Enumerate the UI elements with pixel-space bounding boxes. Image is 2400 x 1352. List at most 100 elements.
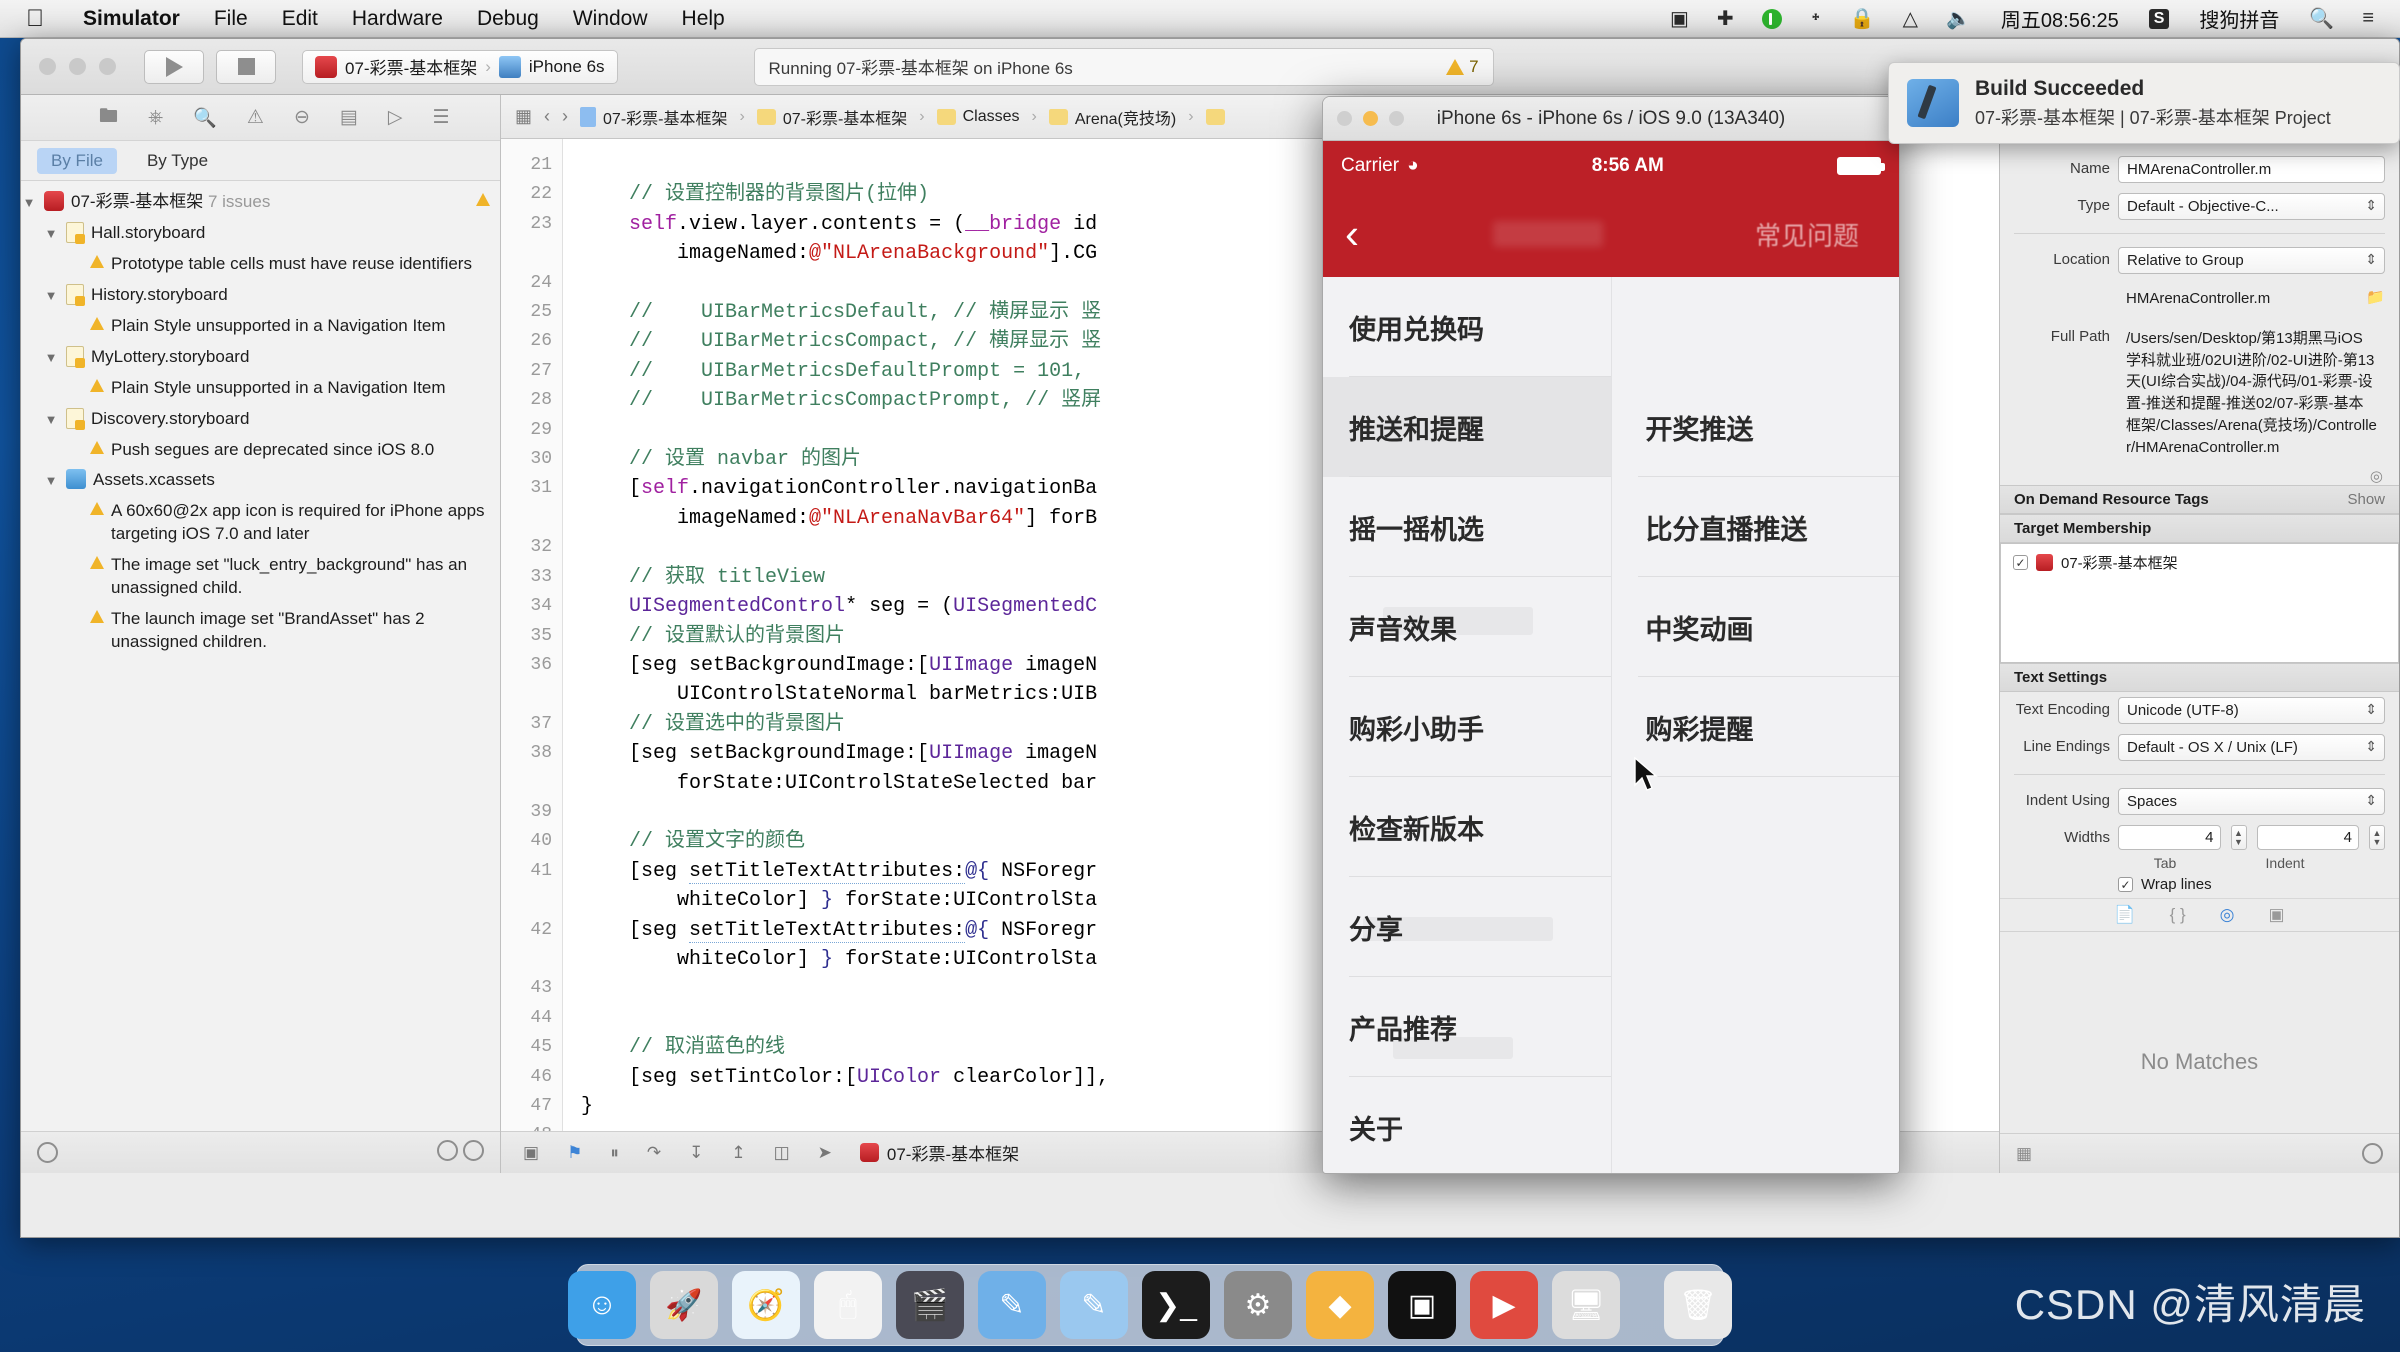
folder-icon[interactable]: 🖿 <box>99 102 118 134</box>
disclosure-triangle[interactable] <box>67 608 83 611</box>
split-icon[interactable]: ◫ <box>774 1143 790 1163</box>
menu-hardware[interactable]: Hardware <box>335 7 460 31</box>
reveal-icon[interactable]: ◎ <box>2000 467 2399 485</box>
step-out-icon[interactable]: ↥ <box>731 1143 745 1163</box>
ios-table-cell[interactable]: 开奖推送 <box>1612 377 1899 477</box>
warning-indicator[interactable]: 7 <box>1446 57 1479 77</box>
ios-table-cell[interactable]: 中奖动画 <box>1612 577 1899 677</box>
editor-icon[interactable]: ▣ <box>1388 1271 1456 1339</box>
disclosure-triangle[interactable] <box>67 439 83 442</box>
navigator-row[interactable]: ▼ MyLottery.storyboard <box>21 342 500 373</box>
apple-icon[interactable]:  <box>26 6 44 31</box>
ios-table-cell[interactable]: 使用兑换码 <box>1323 277 1611 377</box>
search-icon[interactable]: 🔍 <box>2297 6 2346 31</box>
issue-navigator-tree[interactable]: ▼ 07-彩票-基本框架 7 issues ▼ Hall.storyboard Prot… <box>21 181 500 1131</box>
ios-table-cell[interactable]: 购彩小助手 <box>1323 677 1611 777</box>
navigator-row[interactable]: Prototype table cells must have reuse id… <box>21 249 500 280</box>
warning-icon[interactable]: ⚠ <box>247 106 264 129</box>
ios-table-right-column[interactable]: 开奖推送 比分直播推送 中奖动画 购彩提醒 <box>1612 277 1899 1173</box>
line-endings-select[interactable]: Default - OS X / Unix (LF) <box>2118 734 2385 762</box>
imovie-icon[interactable]: 🎬 <box>896 1271 964 1339</box>
breadcrumb-project[interactable]: 07-彩票-基本框架 <box>756 105 907 129</box>
chevron-left-icon[interactable]: ‹ <box>544 106 550 127</box>
breakpoint-icon[interactable]: ▷ <box>388 106 403 129</box>
ios-table-cell[interactable]: 比分直播推送 <box>1612 477 1899 577</box>
menubar-clock[interactable]: 周五08:56:25 <box>1987 4 2133 33</box>
ios-table-cell[interactable]: 检查新版本 <box>1323 777 1611 877</box>
navigator-row[interactable]: ▼ Discovery.storyboard <box>21 404 500 435</box>
disclosure-triangle[interactable] <box>67 253 83 256</box>
navigator-row[interactable]: Plain Style unsupported in a Navigation … <box>21 373 500 404</box>
indent-width-stepper[interactable]: ▲ ▼ <box>2369 825 2385 851</box>
on-demand-resource-tags-header[interactable]: On Demand Resource Tags Show <box>2000 485 2399 515</box>
disclosure-triangle[interactable]: ▼ <box>43 408 59 429</box>
stack-icon[interactable]: ▣ <box>523 1143 539 1163</box>
scheme-selector[interactable]: 07-彩票-基本框架 › iPhone 6s <box>302 49 618 84</box>
indent-using-select[interactable]: Spaces <box>2118 788 2385 816</box>
filter-icon[interactable] <box>437 1139 459 1161</box>
xcode-beta-icon[interactable]: ✎ <box>1060 1271 1128 1339</box>
bluetooth-icon[interactable]: ᛭ <box>1798 7 1834 30</box>
tab-width-field[interactable]: 4 <box>2118 825 2221 851</box>
step-into-icon[interactable]: ↧ <box>689 1143 703 1163</box>
ios-table-cell[interactable]: 摇一摇机选 <box>1323 477 1611 577</box>
folder-icon[interactable]: 📁 <box>2366 284 2385 306</box>
text-encoding-select[interactable]: Unicode (UTF-8) <box>2118 697 2385 725</box>
related-items-icon[interactable]: ▦ <box>515 106 532 127</box>
ios-table-cell[interactable]: 产品推荐 <box>1323 977 1611 1077</box>
trash-icon[interactable]: 🗑 <box>1664 1271 1732 1339</box>
ime-badge-icon[interactable]: S <box>2137 8 2182 29</box>
breadcrumb-file[interactable]: 07-彩票-基本框架 <box>580 105 727 129</box>
type-select[interactable]: Default - Objective-C... <box>2118 193 2385 220</box>
run-button[interactable] <box>144 49 204 84</box>
ios-table-left-column[interactable]: 使用兑换码 推送和提醒 摇一摇机选 声音效果 购彩小助手 检查新版本 分享 产品推荐 关于 <box>1323 277 1612 1173</box>
document-icon[interactable]: 📄 <box>2114 905 2135 925</box>
tab-width-stepper[interactable]: ▲ ▼ <box>2230 825 2247 851</box>
add-icon[interactable] <box>37 1142 58 1163</box>
search-icon[interactable]: 🔍 <box>193 106 217 130</box>
chevron-right-icon[interactable]: › <box>562 106 568 127</box>
disclosure-triangle[interactable]: ▼ <box>43 469 59 490</box>
ime-label[interactable]: 搜狗拼音 <box>2185 4 2293 33</box>
launchpad-icon[interactable]: 🚀 <box>650 1271 718 1339</box>
recent-icon[interactable] <box>463 1139 484 1161</box>
window-traffic-lights[interactable] <box>39 58 116 75</box>
navigator-row[interactable]: The launch image set "BrandAsset" has 2 … <box>21 604 500 658</box>
location-select[interactable]: Relative to Group <box>2118 247 2385 274</box>
step-over-icon[interactable]: ↷ <box>647 1143 661 1163</box>
sketch-icon[interactable]: ◆ <box>1306 1271 1374 1339</box>
target-membership-list[interactable]: ✓ 07-彩票-基本框架 <box>2000 543 2399 664</box>
mouse-app-icon[interactable]: 🖱 <box>814 1271 882 1339</box>
display-icon[interactable]: 🖥 <box>1552 1271 1620 1339</box>
debug-icon[interactable]: ⊖ <box>294 106 310 129</box>
target-membership-checkbox[interactable]: ✓ <box>2013 555 2028 571</box>
menu-debug[interactable]: Debug <box>460 7 556 31</box>
do-not-disturb-icon[interactable] <box>1750 8 1794 29</box>
menu-file[interactable]: File <box>197 7 265 31</box>
library-grid-icon[interactable]: ▦ <box>2016 1144 2032 1164</box>
disclosure-triangle[interactable] <box>67 377 83 380</box>
navigator-row[interactable]: Plain Style unsupported in a Navigation … <box>21 311 500 342</box>
navigator-row[interactable]: A 60x60@2x app icon is required for iPho… <box>21 496 500 550</box>
on-demand-show-button[interactable]: Show <box>2347 491 2385 508</box>
disclosure-triangle[interactable]: ▼ <box>21 191 37 212</box>
menu-edit[interactable]: Edit <box>265 7 335 31</box>
disclosure-triangle[interactable]: ▼ <box>43 346 59 367</box>
ios-table-cell[interactable]: 推送和提醒 <box>1323 377 1611 477</box>
media-player-icon[interactable]: ▶ <box>1470 1271 1538 1339</box>
library-circle-icon[interactable] <box>2362 1143 2383 1164</box>
media-icon[interactable]: ▣ <box>2269 905 2285 925</box>
filter-by-file[interactable]: By File <box>37 147 117 174</box>
name-field[interactable]: HMArenaController.m <box>2118 156 2385 183</box>
report-icon[interactable]: ☰ <box>432 106 449 129</box>
disclosure-triangle[interactable]: ▼ <box>43 284 59 305</box>
airplay-icon[interactable]: ✚ <box>1705 6 1746 31</box>
pause-icon[interactable]: ⏸ <box>610 1143 619 1163</box>
braces-icon[interactable]: { } <box>2170 905 2186 925</box>
test-icon[interactable]: ▤ <box>340 106 358 129</box>
breadcrumb-more[interactable] <box>1205 108 1225 125</box>
volume-icon[interactable]: 🔈 <box>1934 6 1983 31</box>
scm-icon[interactable]: ⎈ <box>148 107 163 129</box>
ios-table-cell[interactable]: 关于 <box>1323 1077 1611 1173</box>
finder-icon[interactable]: ☺ <box>568 1271 636 1339</box>
